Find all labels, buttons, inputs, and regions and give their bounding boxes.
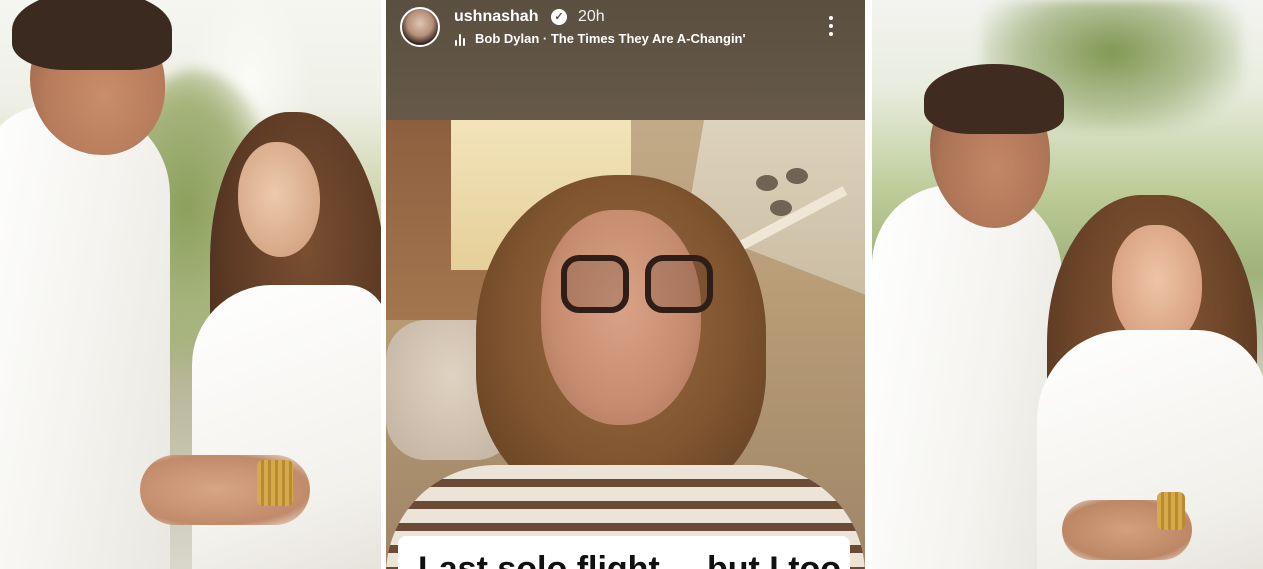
- instagram-story[interactable]: ushnashah ✓ 20h Bob Dylan · The Times Th…: [386, 0, 865, 569]
- vertical-dots-icon[interactable]: [826, 16, 836, 38]
- story-username[interactable]: ushnashah: [454, 8, 538, 26]
- gold-bangles: [1157, 492, 1185, 530]
- man-white-shirt: [872, 185, 1062, 569]
- man-hair: [924, 64, 1064, 134]
- air-vent: [786, 168, 808, 184]
- man-hair: [12, 0, 172, 70]
- right-couple-photo: [872, 0, 1263, 569]
- left-couple-photo: [0, 0, 381, 569]
- gold-bangles: [257, 460, 293, 506]
- story-music-label[interactable]: Bob Dylan · The Times They Are A-Changin…: [475, 31, 746, 46]
- sound-bars-icon: [455, 34, 469, 46]
- woman-face: [1112, 225, 1202, 347]
- story-caption: Last solo flight ... but I too: [398, 536, 850, 569]
- eyeglasses: [561, 255, 716, 315]
- air-vent: [756, 175, 778, 191]
- selfie-woman-face: [541, 210, 701, 425]
- story-selfie-photo: [386, 120, 865, 569]
- woman-face: [238, 142, 320, 257]
- story-timestamp: 20h: [578, 8, 605, 25]
- woman-white-dress: [192, 285, 381, 569]
- story-header: ushnashah ✓ 20h Bob Dylan · The Times Th…: [386, 0, 865, 120]
- profile-avatar[interactable]: [400, 7, 440, 47]
- check-badge-icon: ✓: [551, 9, 567, 25]
